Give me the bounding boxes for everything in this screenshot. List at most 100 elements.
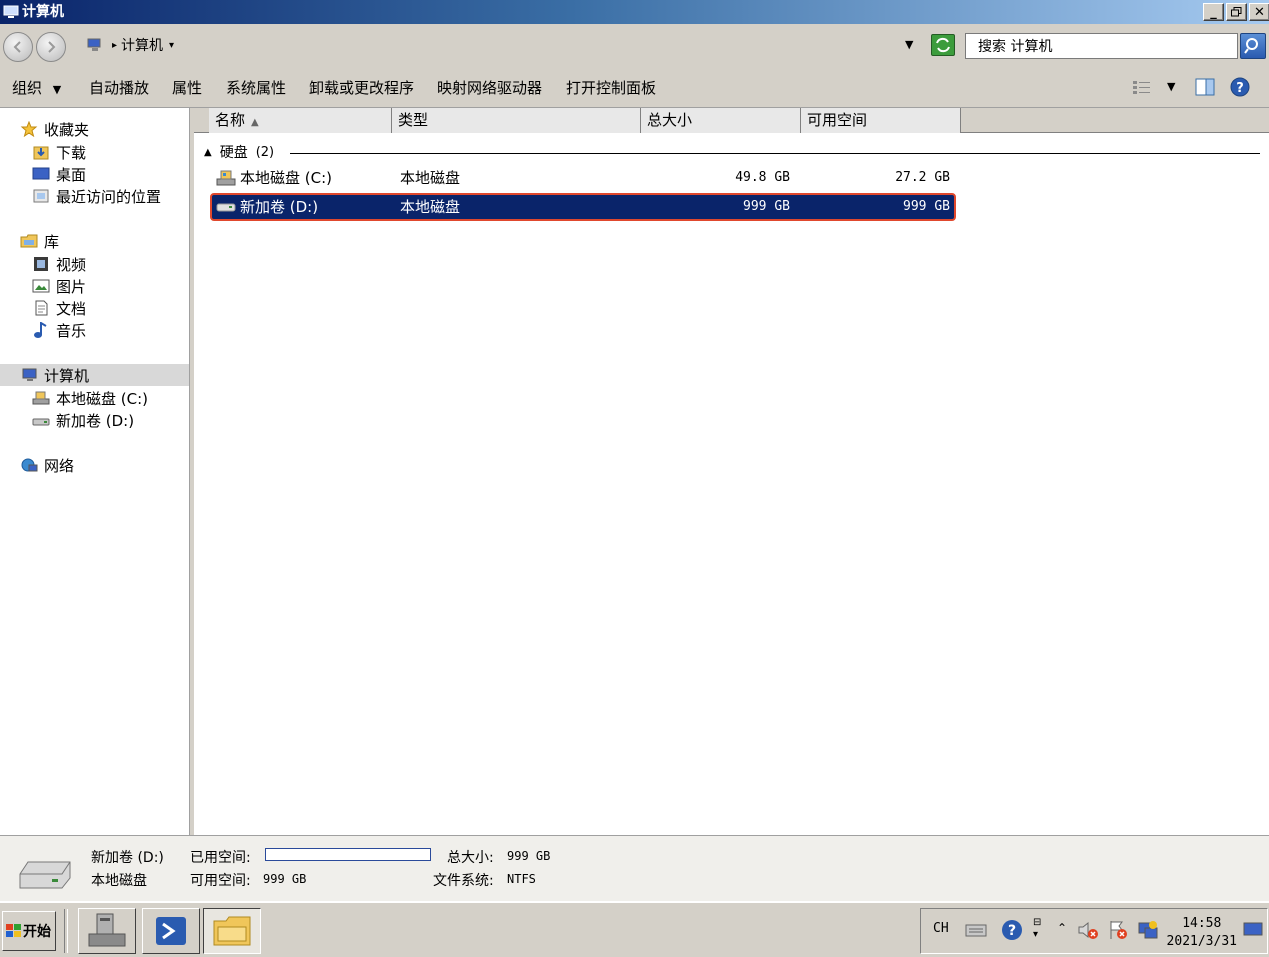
details-fs-value: NTFS — [507, 872, 536, 886]
address-field[interactable]: ▸ 计算机 ▾ — [86, 33, 926, 57]
nav-computer[interactable]: 计算机 — [20, 364, 89, 386]
svg-text:?: ? — [1236, 81, 1244, 96]
computer-icon — [86, 37, 104, 53]
keyboard-icon[interactable] — [965, 919, 987, 943]
windows-logo-icon — [6, 924, 21, 937]
crumb-chevron-icon[interactable]: ▾ — [169, 40, 174, 51]
control-panel-button[interactable]: 打开控制面板 — [566, 78, 656, 98]
collapse-icon[interactable]: ▲ — [204, 147, 212, 158]
autoplay-button[interactable]: 自动播放 — [89, 78, 149, 98]
crumb-separator-icon[interactable]: ▸ — [112, 40, 117, 51]
minimize-button[interactable]: _ — [1203, 3, 1224, 21]
organize-button[interactable]: 组织 ▼ — [12, 78, 61, 100]
document-icon — [32, 300, 50, 316]
command-bar: 组织 ▼ 自动播放 属性 系统属性 卸载或更改程序 映射网络驱动器 打开控制面板… — [0, 68, 1269, 108]
desktop-icon — [32, 166, 50, 182]
used-space-bar — [265, 848, 431, 861]
preview-pane-icon[interactable] — [1195, 78, 1215, 100]
taskbar-server-manager[interactable] — [78, 908, 136, 954]
drive-type: 本地磁盘 — [400, 198, 461, 216]
nav-music[interactable]: 音乐 — [32, 319, 86, 341]
drive-icon — [216, 196, 236, 220]
search-input[interactable]: 搜索 计算机 — [965, 33, 1238, 59]
library-icon — [20, 233, 38, 249]
nav-documents[interactable]: 文档 — [32, 297, 86, 319]
nav-libraries[interactable]: 库 — [20, 230, 59, 252]
window-title: 计算机 — [22, 4, 64, 20]
network-icon — [20, 457, 38, 473]
nav-favorites[interactable]: 收藏夹 — [20, 118, 89, 140]
group-divider — [290, 153, 1260, 154]
nav-videos[interactable]: 视频 — [32, 253, 86, 275]
clock-date: 2021/3/31 — [1166, 934, 1237, 949]
drive-row-c[interactable]: 本地磁盘 (C:) 本地磁盘 49.8 GB 27.2 GB — [210, 166, 956, 194]
restore-button[interactable] — [1226, 3, 1247, 21]
drive-total: 49.8 GB — [735, 170, 790, 185]
map-drive-button[interactable]: 映射网络驱动器 — [437, 78, 542, 98]
address-dropdown-icon[interactable]: ▼ — [905, 38, 913, 51]
music-icon — [32, 321, 50, 338]
details-total-value: 999 GB — [507, 849, 551, 863]
ime-options-icon[interactable]: ⊟ ▾ — [1033, 917, 1041, 941]
details-used-label: 已用空间: — [190, 850, 251, 866]
action-center-icon[interactable] — [1107, 919, 1129, 945]
forward-button[interactable] — [36, 32, 66, 62]
nav-drive-d[interactable]: 新加卷 (D:) — [32, 409, 134, 431]
uninstall-button[interactable]: 卸载或更改程序 — [309, 78, 414, 98]
drive-free: 27.2 GB — [895, 170, 950, 185]
computer-icon — [20, 367, 38, 383]
download-folder-icon — [32, 144, 50, 160]
system-properties-button[interactable]: 系统属性 — [226, 78, 286, 98]
language-indicator[interactable]: CH — [933, 921, 949, 936]
drive-name: 本地磁盘 (C:) — [240, 169, 332, 187]
help-icon[interactable]: ? — [1001, 919, 1023, 945]
sort-ascending-icon: ▲ — [251, 117, 259, 128]
column-free-space[interactable]: 可用空间 — [801, 108, 961, 133]
powershell-icon — [156, 917, 186, 945]
folder-icon — [213, 916, 251, 946]
computer-icon — [3, 5, 19, 19]
search-button[interactable] — [1240, 33, 1266, 59]
view-dropdown-icon[interactable]: ▼ — [1167, 80, 1175, 93]
taskbar-powershell[interactable] — [142, 908, 200, 954]
show-hidden-icons-icon[interactable]: ⌃ — [1057, 921, 1067, 935]
group-header-hard-drives[interactable]: ▲ 硬盘 (2) — [204, 142, 274, 162]
view-options-icon[interactable] — [1132, 79, 1152, 101]
clock[interactable]: 14:58 2021/3/31 — [1167, 915, 1237, 951]
network-status-icon[interactable] — [1137, 919, 1159, 945]
window-controls: _ ✕ — [1203, 3, 1269, 21]
nav-desktop[interactable]: 桌面 — [32, 163, 86, 185]
column-type[interactable]: 类型 — [392, 108, 641, 133]
refresh-icon — [936, 37, 950, 53]
system-drive-icon — [216, 168, 236, 192]
properties-button[interactable]: 属性 — [172, 78, 202, 98]
drive-total: 999 GB — [743, 199, 790, 214]
nav-downloads[interactable]: 下载 — [32, 141, 86, 163]
nav-drive-c[interactable]: 本地磁盘 (C:) — [32, 387, 148, 409]
star-icon — [20, 120, 38, 138]
nav-recent[interactable]: 最近访问的位置 — [32, 185, 161, 207]
system-tray: CH ? ⊟ ▾ ⌃ 14:58 2021/3/31 — [920, 908, 1268, 954]
show-desktop-icon[interactable] — [1243, 921, 1263, 943]
column-total-size[interactable]: 总大小 — [641, 108, 801, 133]
back-arrow-icon — [13, 41, 21, 53]
taskbar-explorer[interactable] — [203, 908, 261, 954]
close-button[interactable]: ✕ — [1249, 3, 1269, 21]
clock-time: 14:58 — [1182, 916, 1222, 931]
nav-pictures[interactable]: 图片 — [32, 275, 86, 297]
details-total-label: 总大小: — [447, 850, 494, 866]
column-name[interactable]: 名称 ▲ — [209, 108, 392, 133]
refresh-button[interactable] — [931, 34, 955, 56]
address-bar: ▸ 计算机 ▾ ▼ 搜索 计算机 — [0, 24, 1269, 68]
details-drive-type: 本地磁盘 — [91, 873, 147, 889]
breadcrumb-computer[interactable]: 计算机 — [121, 35, 163, 55]
video-icon — [32, 256, 50, 272]
drive-row-d[interactable]: 新加卷 (D:) 本地磁盘 999 GB 999 GB — [210, 193, 956, 221]
nav-network[interactable]: 网络 — [20, 454, 74, 476]
help-icon[interactable]: ? — [1230, 77, 1250, 101]
start-button[interactable]: 开始 — [2, 911, 56, 951]
volume-muted-icon[interactable] — [1077, 919, 1099, 945]
back-button[interactable] — [3, 32, 33, 62]
details-pane: 新加卷 (D:) 本地磁盘 已用空间: 可用空间: 999 GB 总大小: 99… — [0, 835, 1269, 901]
forward-arrow-icon — [48, 41, 56, 53]
